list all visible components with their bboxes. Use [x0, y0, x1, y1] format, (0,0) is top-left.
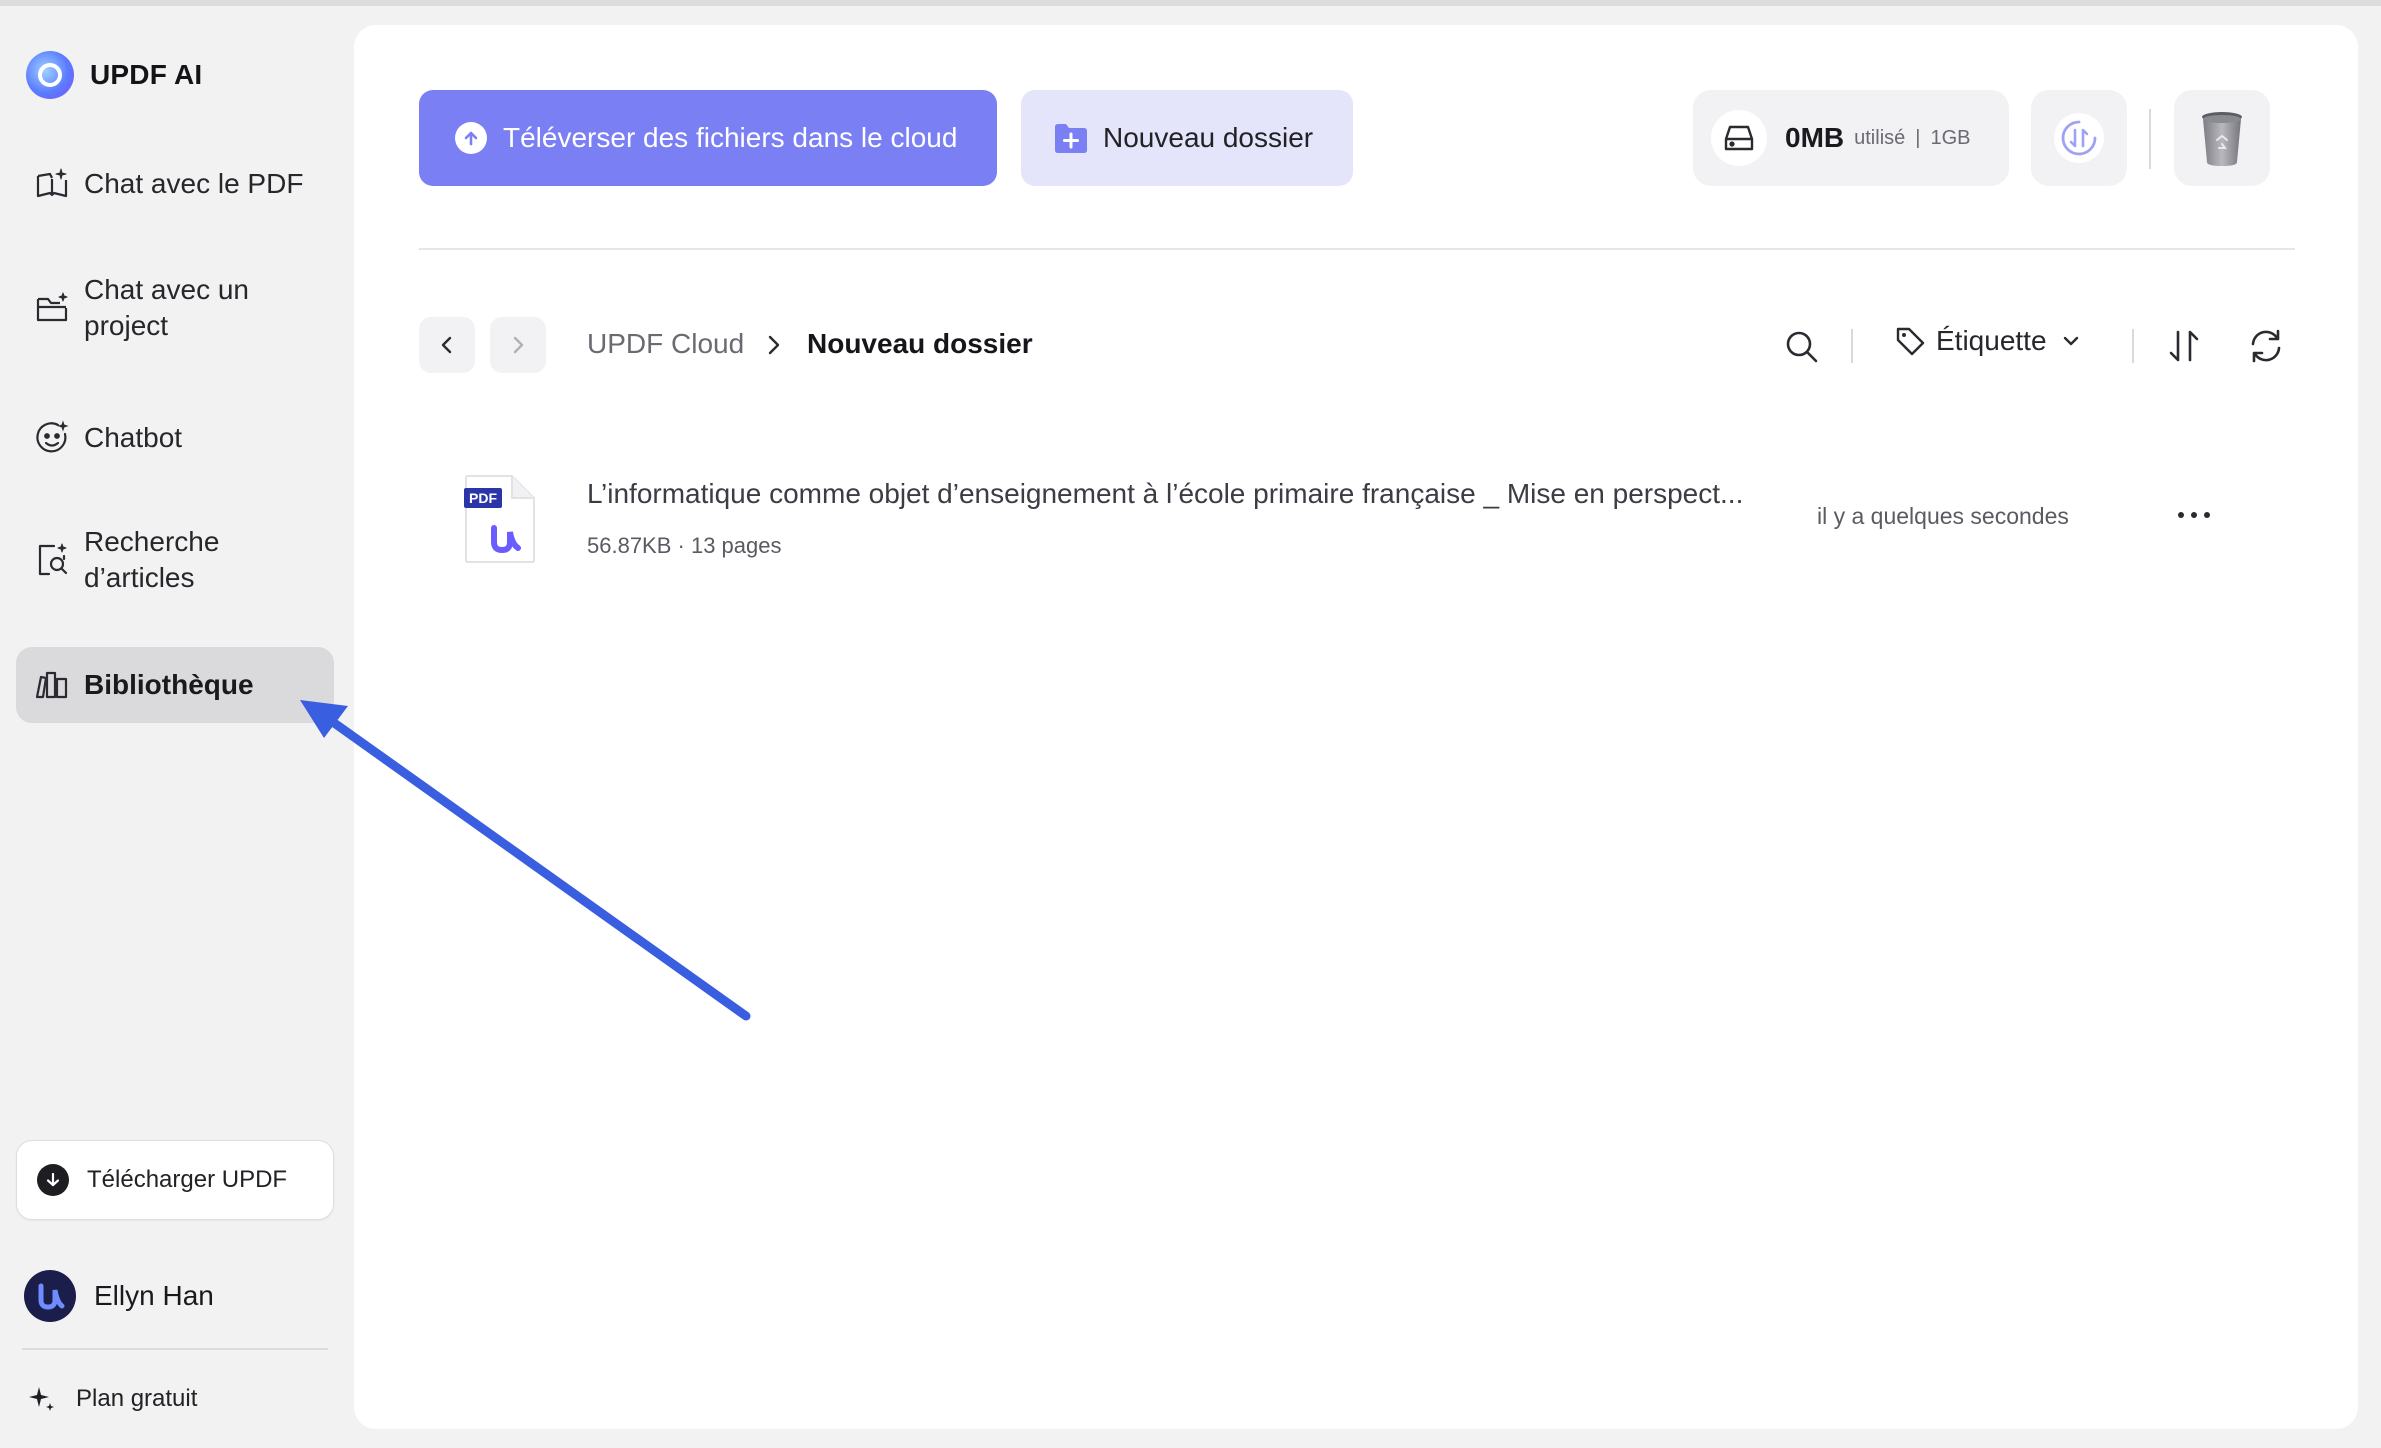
sidebar-item-chat-project[interactable]: Chat avec un project	[16, 260, 334, 356]
new-folder-label: Nouveau dossier	[1103, 122, 1314, 153]
sidebar-item-label: Chat avec le PDF	[84, 168, 304, 199]
folder-plus-icon	[1055, 124, 1087, 153]
plan-link[interactable]: Plan gratuit	[26, 1384, 197, 1414]
refresh-icon[interactable]	[2247, 327, 2285, 365]
document-search-icon	[38, 543, 68, 576]
file-name: L’informatique comme objet d’enseignemen…	[587, 478, 1744, 509]
upload-icon	[455, 122, 487, 154]
tag-filter-dropdown[interactable]: Étiquette	[1894, 325, 2081, 357]
sparkle-icon	[29, 1387, 54, 1411]
download-label: Télécharger UPDF	[87, 1166, 288, 1193]
plan-label: Plan gratuit	[76, 1385, 198, 1412]
brand-name: UPDF AI	[90, 59, 203, 90]
sidebar-divider	[22, 1348, 328, 1350]
sidebar-item-label: Recherche d’articles	[84, 526, 220, 593]
sync-icon	[2054, 113, 2104, 163]
storage-drive-icon	[1711, 110, 1767, 166]
tag-filter-label: Étiquette	[1936, 325, 2047, 356]
upload-to-cloud-button[interactable]: Téléverser des fichiers dans le cloud	[419, 90, 997, 186]
chevron-right-icon	[513, 336, 524, 354]
toolbar-divider	[1851, 329, 1853, 363]
sync-button[interactable]	[2031, 90, 2127, 186]
brand[interactable]: UPDF AI	[26, 51, 202, 99]
sidebar-item-label: Chatbot	[84, 422, 183, 453]
library-icon	[35, 671, 68, 699]
storage-used-value: 0MB	[1785, 122, 1845, 153]
folder-sparkle-icon	[36, 292, 68, 322]
storage-used-label: utilisé	[1854, 126, 1906, 149]
book-sparkle-icon	[36, 168, 68, 198]
svg-text:PDF: PDF	[469, 490, 497, 506]
breadcrumb-current: Nouveau dossier	[807, 328, 1033, 359]
chevron-down-icon	[2063, 336, 2078, 346]
sidebar-item-library[interactable]: Bibliothèque	[16, 647, 334, 723]
storage-total: 1GB	[1930, 126, 1971, 149]
search-icon[interactable]	[1784, 329, 1820, 365]
dot-icon	[2178, 512, 2184, 518]
sort-icon[interactable]	[2165, 327, 2203, 365]
trash-button[interactable]	[2174, 90, 2270, 186]
header-divider	[419, 248, 2295, 250]
sidebar: UPDF AI Chat avec le PDF Chat avec un pr…	[0, 6, 350, 1448]
pdf-file-icon: PDF	[464, 475, 535, 563]
sidebar-item-chatbot[interactable]: Chatbot	[16, 396, 334, 480]
download-icon	[37, 1164, 69, 1196]
avatar	[24, 1270, 76, 1322]
user-profile[interactable]: Ellyn Han	[24, 1270, 214, 1322]
forward-button[interactable]	[490, 317, 546, 373]
more-options-button[interactable]	[2170, 500, 2218, 530]
sidebar-item-chat-pdf[interactable]: Chat avec le PDF	[16, 142, 334, 226]
new-folder-button[interactable]: Nouveau dossier	[1021, 90, 1353, 186]
dot-icon	[2191, 512, 2197, 518]
storage-usage[interactable]: 0MB utilisé | 1GB	[1693, 90, 2009, 186]
file-meta: 56.87KB · 13 pages	[587, 533, 782, 558]
storage-separator: |	[1915, 126, 1921, 149]
toolbar-divider	[2132, 329, 2134, 363]
updf-ai-logo-icon	[26, 51, 74, 99]
user-name: Ellyn Han	[94, 1280, 214, 1311]
sidebar-item-article-search[interactable]: Recherche d’articles	[16, 512, 334, 608]
breadcrumb-root[interactable]: UPDF Cloud	[587, 328, 744, 360]
download-updf-button[interactable]: Télécharger UPDF	[16, 1140, 334, 1220]
toolbar-divider	[2149, 109, 2151, 169]
tag-icon	[1896, 327, 1925, 356]
chatbot-face-icon	[36, 420, 69, 453]
back-button[interactable]	[419, 317, 475, 373]
upload-label: Téléverser des fichiers dans le cloud	[503, 122, 958, 153]
sidebar-item-label: Chat avec un project	[84, 274, 249, 341]
sidebar-item-label: Bibliothèque	[84, 669, 254, 700]
window-top-border	[0, 0, 2381, 6]
trash-icon	[2202, 112, 2242, 166]
file-time: il y a quelques secondes	[1817, 503, 2069, 529]
chevron-left-icon	[441, 336, 452, 354]
file-row[interactable]: PDF L’informatique comme objet d’enseign…	[464, 450, 2264, 570]
breadcrumb-chevron-icon	[768, 335, 780, 355]
main-panel: Téléverser des fichiers dans le cloud No…	[354, 25, 2358, 1429]
dot-icon	[2204, 512, 2210, 518]
